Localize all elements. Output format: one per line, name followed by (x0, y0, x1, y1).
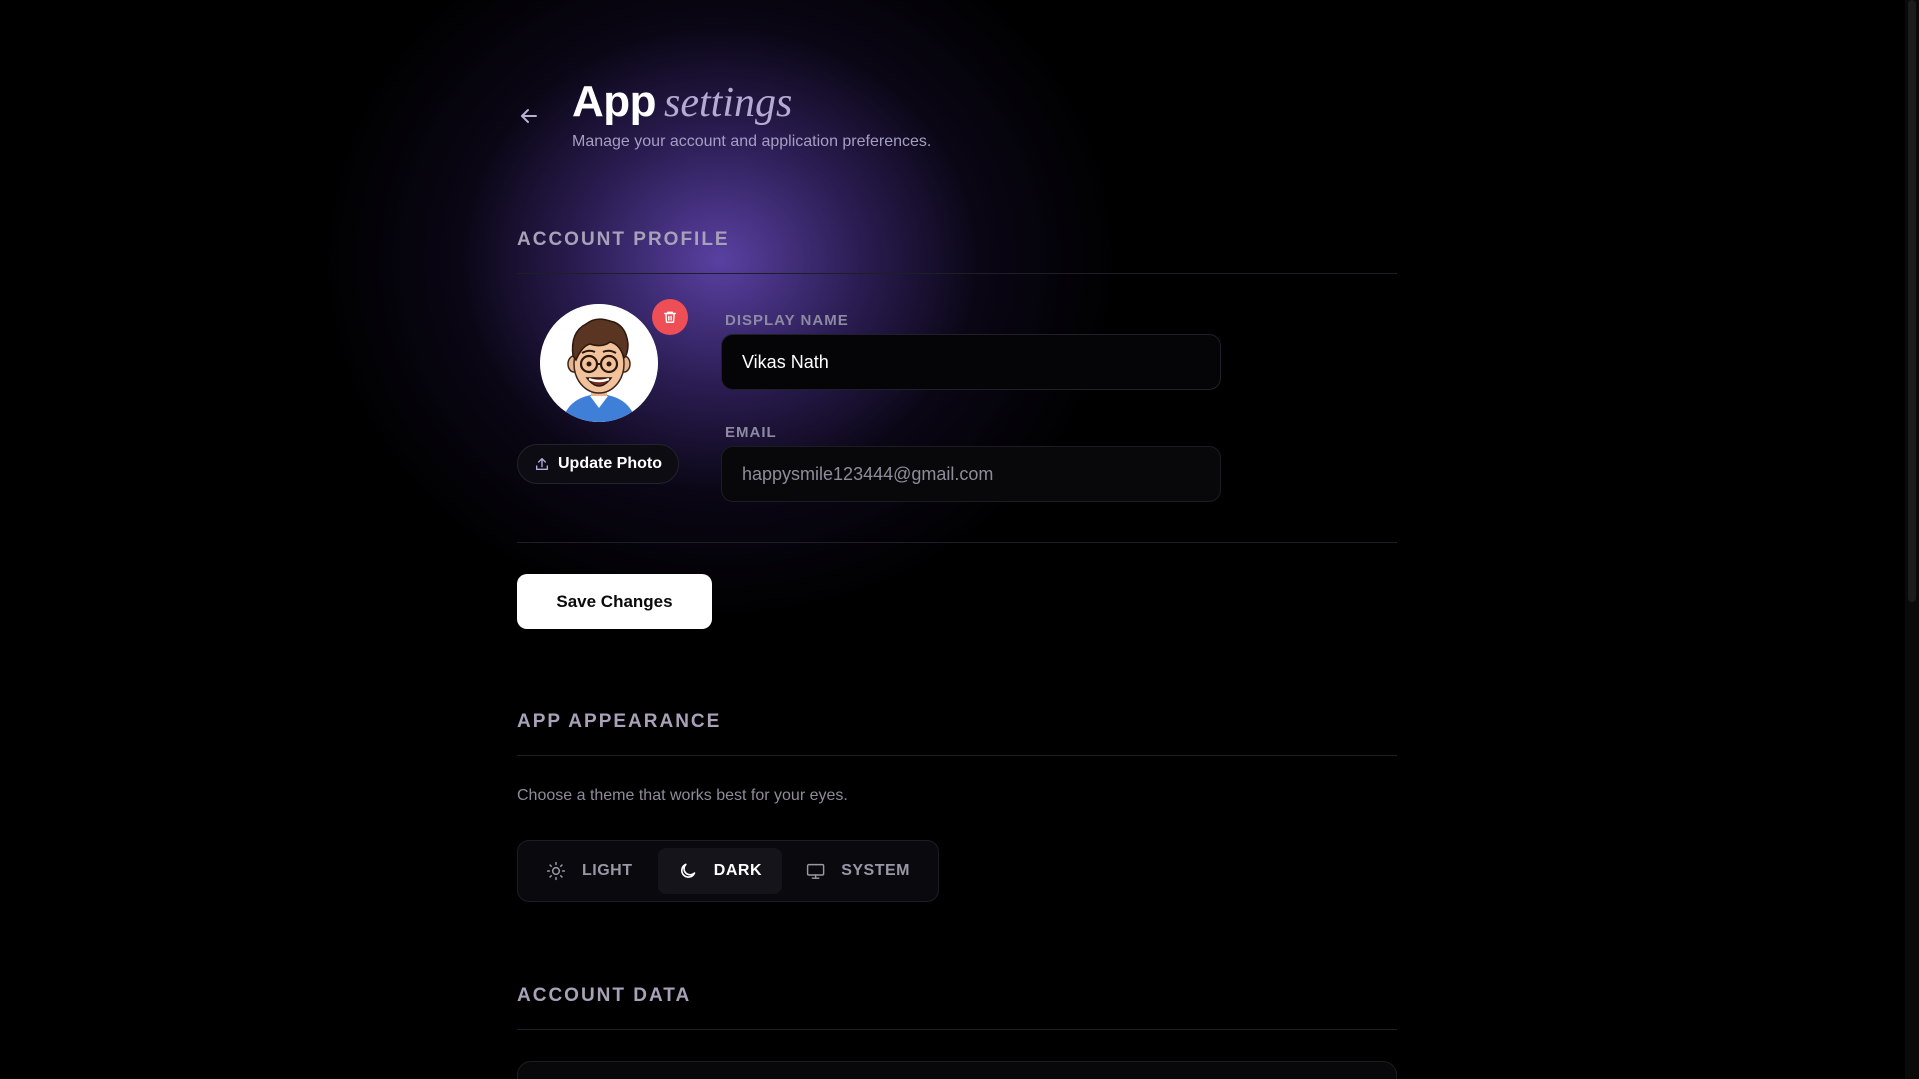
divider (517, 1029, 1397, 1030)
theme-option-label: DARK (713, 862, 762, 879)
email-input[interactable] (721, 446, 1221, 502)
trash-icon (664, 311, 676, 323)
sun-icon (546, 861, 566, 881)
page-subtitle: Manage your account and application pref… (572, 133, 932, 150)
scrollbar-thumb[interactable] (1908, 0, 1916, 602)
avatar-container (540, 299, 688, 422)
avatar (540, 304, 658, 422)
email-label: EMAIL (725, 424, 777, 441)
theme-option-system[interactable]: SYSTEM (786, 848, 930, 894)
scrollbar[interactable] (1905, 0, 1919, 1079)
theme-option-label: LIGHT (582, 862, 633, 879)
page-title-main: App (572, 77, 657, 126)
section-title-account-profile: ACCOUNT PROFILE (517, 229, 730, 250)
page-title: App settings (572, 74, 931, 131)
arrow-left-icon (521, 109, 537, 123)
theme-selector: LIGHT DARK SYSTEM (517, 840, 939, 902)
section-title-app-appearance: APP APPEARANCE (517, 711, 722, 732)
moon-icon (681, 863, 696, 878)
back-button[interactable] (517, 104, 541, 128)
settings-page: App settings Manage your account and appl… (0, 0, 1919, 1079)
avatar-illustration (540, 304, 658, 422)
theme-description: Choose a theme that works best for your … (517, 787, 848, 804)
delete-photo-button[interactable] (652, 299, 688, 335)
section-title-account-data: ACCOUNT DATA (517, 985, 692, 1006)
divider (517, 755, 1397, 756)
display-name-input[interactable] (721, 334, 1221, 390)
theme-option-label: SYSTEM (841, 862, 910, 879)
display-name-label: DISPLAY NAME (725, 312, 849, 329)
theme-option-dark[interactable]: DARK (658, 848, 782, 894)
save-changes-button[interactable]: Save Changes (517, 574, 712, 629)
divider (517, 273, 1397, 274)
account-data-card (517, 1061, 1397, 1079)
monitor-icon (806, 863, 825, 879)
update-photo-label: Update Photo (558, 455, 662, 472)
page-title-script: settings (664, 80, 793, 126)
divider (517, 542, 1397, 543)
theme-option-light[interactable]: LIGHT (526, 848, 654, 894)
upload-icon (536, 458, 548, 470)
update-photo-button[interactable]: Update Photo (517, 444, 679, 484)
page-header: App settings Manage your account and appl… (572, 74, 931, 151)
